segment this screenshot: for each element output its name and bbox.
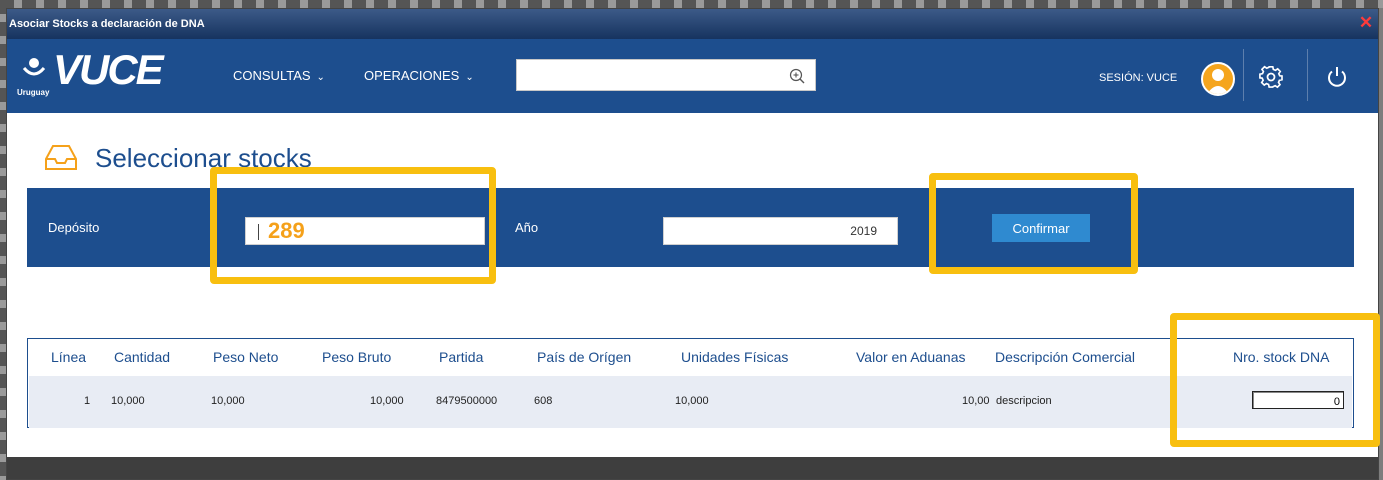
nro-stock-field xyxy=(1252,391,1344,410)
navbar-divider xyxy=(1307,49,1308,101)
window-title: Asociar Stocks a declaración de DNA xyxy=(9,18,205,30)
sun-logo-icon xyxy=(22,58,46,76)
filter-bar: Depósito Año Confirmar xyxy=(27,188,1354,267)
navbar-divider xyxy=(1243,49,1244,101)
dialog-window: Asociar Stocks a declaración de DNA ✕ Ur… xyxy=(6,8,1379,480)
column-header: Cantidad xyxy=(114,349,171,365)
menu-consultas[interactable]: CONSULTAS ⌄ xyxy=(233,68,325,86)
anio-field xyxy=(663,217,898,245)
anio-label: Año xyxy=(515,220,539,235)
column-header: Descripción Comercial xyxy=(995,349,1136,365)
gear-icon[interactable] xyxy=(1259,65,1283,89)
footer-bar xyxy=(7,457,1378,479)
column-header: Nro. stock DNA xyxy=(1233,349,1330,365)
close-icon[interactable]: ✕ xyxy=(1358,14,1374,31)
zoom-in-icon[interactable] xyxy=(789,68,805,84)
confirm-button[interactable]: Confirmar xyxy=(992,214,1090,242)
top-navbar: Uruguay VUCE CONSULTAS ⌄ OPERACIONES ⌄ SES… xyxy=(7,39,1378,113)
cell-partida: 8479500000 xyxy=(436,395,498,407)
logo-subtitle: Uruguay xyxy=(17,88,50,97)
column-header: Peso Bruto xyxy=(322,349,392,365)
cell-peso-neto: 10,000 xyxy=(211,395,245,407)
cell-peso-bruto: 10,000 xyxy=(370,395,404,407)
cell-descripcion: descripcion xyxy=(996,395,1052,407)
vuce-logo[interactable]: VUCE xyxy=(53,49,164,91)
menu-operaciones[interactable]: OPERACIONES ⌄ xyxy=(364,68,474,86)
column-header: Peso Neto xyxy=(213,349,279,365)
window-titlebar: Asociar Stocks a declaración de DNA ✕ xyxy=(7,9,1378,39)
cell-unidades: 10,000 xyxy=(675,395,709,407)
cell-cantidad: 10,000 xyxy=(111,395,145,407)
deposito-label: Depósito xyxy=(48,220,100,235)
cell-valor: 10,00 xyxy=(962,395,990,407)
user-avatar-icon[interactable] xyxy=(1201,62,1235,96)
text-caret xyxy=(258,224,259,240)
cell-pais: 608 xyxy=(534,395,553,407)
menu-operaciones-label: OPERACIONES xyxy=(364,68,460,83)
search-box xyxy=(516,59,816,91)
menu-consultas-label: CONSULTAS xyxy=(233,68,311,83)
nro-stock-input[interactable] xyxy=(1253,394,1343,410)
column-header: País de Orígen xyxy=(537,349,632,365)
column-header: Valor en Aduanas xyxy=(856,349,966,365)
deposito-input[interactable] xyxy=(246,218,484,244)
anio-input[interactable] xyxy=(664,218,897,244)
cell-linea: 1 xyxy=(84,395,91,407)
column-header: Partida xyxy=(439,349,484,365)
stocks-table: Línea Cantidad Peso Neto Peso Bruto Part… xyxy=(27,338,1354,428)
session-label: SESIÓN: VUCE xyxy=(1099,72,1178,84)
page-title: Seleccionar stocks xyxy=(95,143,312,173)
chevron-down-icon: ⌄ xyxy=(465,72,474,83)
inbox-tray-icon xyxy=(45,145,77,170)
search-input[interactable] xyxy=(517,60,815,90)
table-row[interactable]: 1 10,000 10,000 10,000 8479500000 608 10… xyxy=(29,376,1352,428)
deposito-field xyxy=(245,217,485,245)
column-header: Línea xyxy=(51,349,87,365)
power-icon[interactable] xyxy=(1325,65,1349,89)
column-header: Unidades Físicas xyxy=(681,349,789,365)
chevron-down-icon: ⌄ xyxy=(316,72,325,83)
screen-border-top xyxy=(0,0,1383,8)
